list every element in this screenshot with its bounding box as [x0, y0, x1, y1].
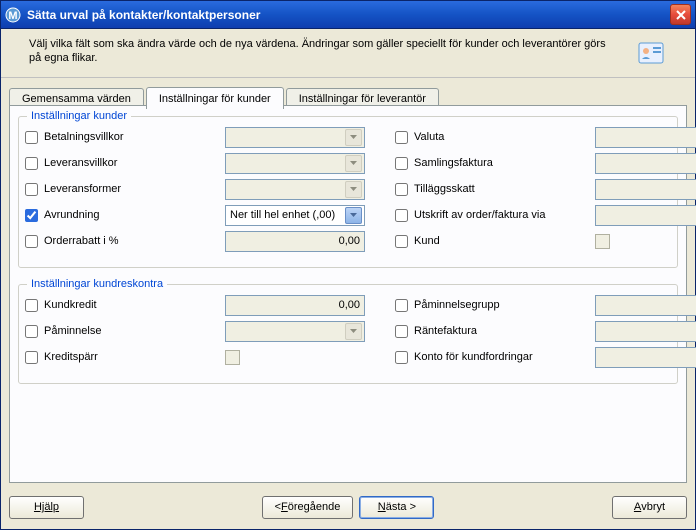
- avrundning-text: Avrundning: [44, 209, 99, 221]
- leveransvillkor-label[interactable]: Leveransvillkor: [25, 157, 225, 170]
- rantefaktura-dropdown[interactable]: [595, 321, 696, 342]
- betalningsvillkor-text: Betalningsvillkor: [44, 131, 123, 143]
- paminnelsegrupp-label[interactable]: Påminnelsegrupp: [395, 299, 595, 312]
- utskrift-label[interactable]: Utskrift av order/faktura via: [395, 209, 595, 222]
- leveransvillkor-text: Leveransvillkor: [44, 157, 117, 169]
- leveransvillkor-dropdown[interactable]: [225, 153, 365, 174]
- group-reskontra-legend: Inställningar kundreskontra: [27, 278, 167, 290]
- kundkredit-label[interactable]: Kundkredit: [25, 299, 225, 312]
- avrundning-label[interactable]: Avrundning: [25, 209, 225, 222]
- konto-dropdown[interactable]: [595, 347, 696, 368]
- kreditsparr-value-checkbox[interactable]: [225, 350, 240, 365]
- group-customer-settings: Inställningar kunder Betalningsvillkor L…: [18, 116, 678, 268]
- samlingsfaktura-dropdown[interactable]: [595, 153, 696, 174]
- tab-panel: Inställningar kunder Betalningsvillkor L…: [9, 105, 687, 483]
- dialog-window: M Sätta urval på kontakter/kontaktperson…: [0, 0, 696, 530]
- valuta-text: Valuta: [414, 131, 444, 143]
- close-icon: [676, 10, 686, 20]
- betalningsvillkor-label[interactable]: Betalningsvillkor: [25, 131, 225, 144]
- orderrabatt-label[interactable]: Orderrabatt i %: [25, 235, 225, 248]
- paminnelse-text: Påminnelse: [44, 325, 101, 337]
- konto-checkbox[interactable]: [395, 351, 408, 364]
- kund-value-checkbox[interactable]: [595, 234, 610, 249]
- leveransvillkor-checkbox[interactable]: [25, 157, 38, 170]
- rantefaktura-label[interactable]: Räntefaktura: [395, 325, 595, 338]
- group-reskontra-settings: Inställningar kundreskontra Kundkredit 0…: [18, 284, 678, 384]
- betalningsvillkor-checkbox[interactable]: [25, 131, 38, 144]
- konto-text: Konto för kundfordringar: [414, 351, 533, 363]
- samlingsfaktura-checkbox[interactable]: [395, 157, 408, 170]
- konto-label[interactable]: Konto för kundfordringar: [395, 351, 595, 364]
- utskrift-dropdown[interactable]: [595, 205, 696, 226]
- close-button[interactable]: [670, 4, 691, 25]
- chevron-down-icon: [345, 323, 362, 340]
- help-label: Hjälp: [34, 501, 59, 513]
- chevron-down-icon: [345, 129, 362, 146]
- svg-text:M: M: [8, 10, 17, 22]
- kreditsparr-label[interactable]: Kreditspärr: [25, 351, 225, 364]
- samlingsfaktura-label[interactable]: Samlingsfaktura: [395, 157, 595, 170]
- kundkredit-checkbox[interactable]: [25, 299, 38, 312]
- kundkredit-input[interactable]: 0,00: [225, 295, 365, 316]
- chevron-down-icon: [345, 155, 362, 172]
- rantefaktura-checkbox[interactable]: [395, 325, 408, 338]
- valuta-checkbox[interactable]: [395, 131, 408, 144]
- rantefaktura-text: Räntefaktura: [414, 325, 477, 337]
- utskrift-checkbox[interactable]: [395, 209, 408, 222]
- chevron-down-icon: [345, 181, 362, 198]
- paminnelsegrupp-dropdown[interactable]: [595, 295, 696, 316]
- avrundning-checkbox[interactable]: [25, 209, 38, 222]
- orderrabatt-input[interactable]: 0,00: [225, 231, 365, 252]
- paminnelsegrupp-checkbox[interactable]: [395, 299, 408, 312]
- avrundning-dropdown[interactable]: Ner till hel enhet (,00): [225, 205, 365, 226]
- samlingsfaktura-text: Samlingsfaktura: [414, 157, 493, 169]
- paminnelsegrupp-text: Påminnelsegrupp: [414, 299, 500, 311]
- orderrabatt-text: Orderrabatt i %: [44, 235, 119, 247]
- kreditsparr-checkbox[interactable]: [25, 351, 38, 364]
- leveransformer-label[interactable]: Leveransformer: [25, 183, 225, 196]
- utskrift-text: Utskrift av order/faktura via: [414, 209, 545, 221]
- cancel-button[interactable]: Avbryt: [612, 496, 687, 519]
- group-customer-legend: Inställningar kunder: [27, 110, 131, 122]
- paminnelse-checkbox[interactable]: [25, 325, 38, 338]
- tillagsskatt-checkbox[interactable]: [395, 183, 408, 196]
- chevron-down-icon: [345, 207, 362, 224]
- kund-text: Kund: [414, 235, 440, 247]
- paminnelse-dropdown[interactable]: [225, 321, 365, 342]
- window-title: Sätta urval på kontakter/kontaktpersoner: [27, 8, 670, 22]
- tillagsskatt-label[interactable]: Tilläggsskatt: [395, 183, 595, 196]
- wizard-icon: [635, 37, 667, 69]
- valuta-dropdown[interactable]: [595, 127, 696, 148]
- button-bar: Hjälp < Föregående Nästa > Avbryt: [9, 493, 687, 521]
- kreditsparr-text: Kreditspärr: [44, 351, 98, 363]
- help-button[interactable]: Hjälp: [9, 496, 84, 519]
- app-icon: M: [5, 7, 21, 23]
- leveransformer-text: Leveransformer: [44, 183, 121, 195]
- leveransformer-dropdown[interactable]: [225, 179, 365, 200]
- avrundning-value: Ner till hel enhet (,00): [228, 209, 345, 221]
- betalningsvillkor-dropdown[interactable]: [225, 127, 365, 148]
- valuta-label[interactable]: Valuta: [395, 131, 595, 144]
- kundkredit-text: Kundkredit: [44, 299, 97, 311]
- info-text: Välj vilka fält som ska ändra värde och …: [29, 37, 627, 66]
- tab-customers[interactable]: Inställningar för kunder: [146, 87, 284, 109]
- tillagsskatt-text: Tilläggsskatt: [414, 183, 475, 195]
- kund-label[interactable]: Kund: [395, 235, 595, 248]
- tillagsskatt-dropdown[interactable]: [595, 179, 696, 200]
- kund-checkbox[interactable]: [395, 235, 408, 248]
- info-bar: Välj vilka fält som ska ändra värde och …: [1, 29, 695, 78]
- leveransformer-checkbox[interactable]: [25, 183, 38, 196]
- paminnelse-label[interactable]: Påminnelse: [25, 325, 225, 338]
- orderrabatt-checkbox[interactable]: [25, 235, 38, 248]
- titlebar: M Sätta urval på kontakter/kontaktperson…: [1, 1, 695, 29]
- next-button[interactable]: Nästa >: [359, 496, 434, 519]
- previous-button[interactable]: < Föregående: [262, 496, 354, 519]
